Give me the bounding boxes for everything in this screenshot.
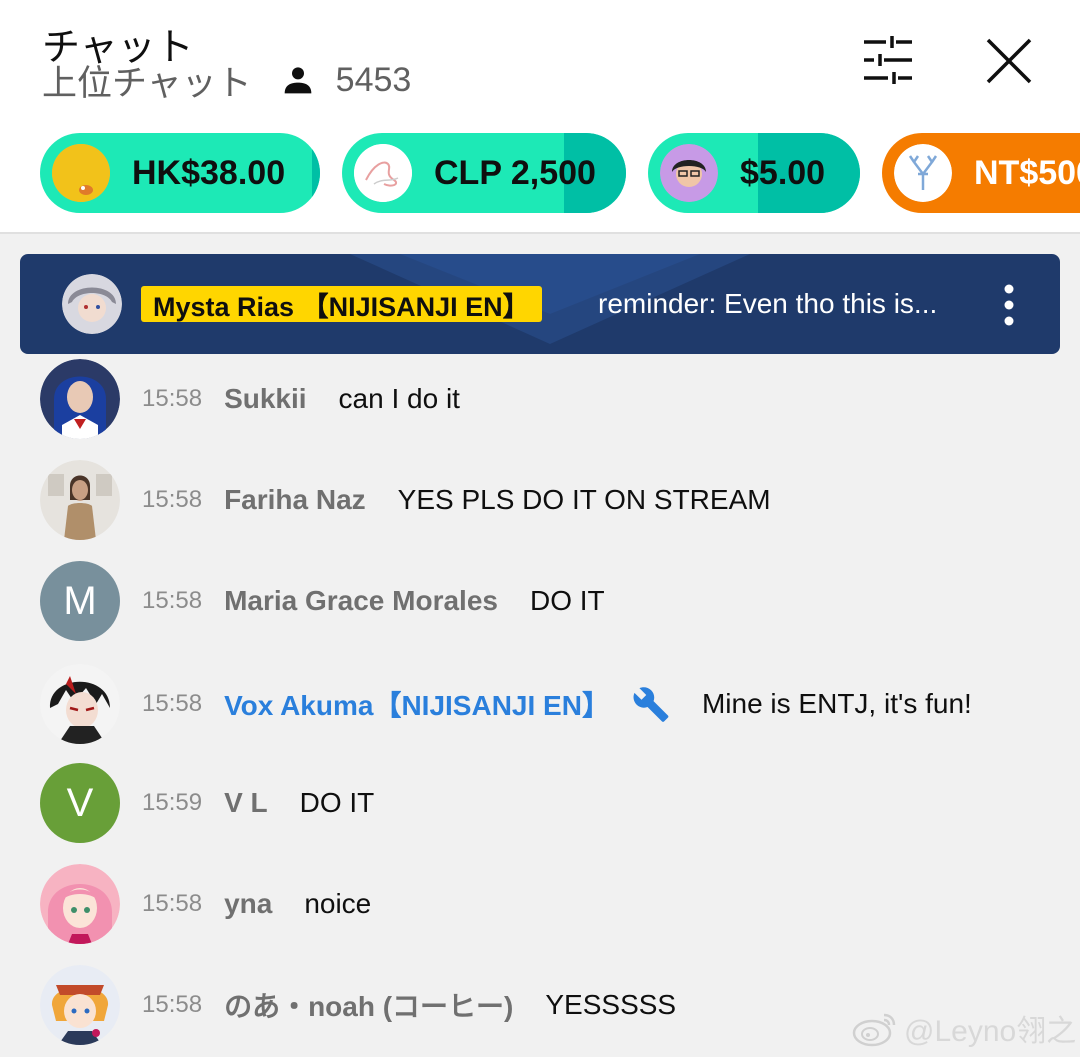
watermark: @Leyno翎之 [852, 1008, 1076, 1048]
chat-message[interactable]: 15:58 Sukkii can I do it [0, 356, 1080, 442]
chat-message[interactable]: M 15:58 Maria Grace Morales DO IT [0, 558, 1080, 644]
message-author[interactable]: Maria Grace Morales [224, 585, 498, 617]
message-author[interactable]: Fariha Naz [224, 484, 366, 516]
avatar [354, 144, 412, 202]
superchat-chip[interactable]: CLP 2,500 [342, 133, 626, 213]
superchat-amount: $5.00 [740, 153, 826, 192]
message-text: can I do it [338, 383, 460, 414]
avatar [62, 274, 122, 334]
avatar [894, 144, 952, 202]
wrench-icon [633, 687, 669, 722]
moderator-author[interactable]: Vox Akuma【NIJISANJI EN】 [224, 684, 610, 724]
message-line: 15:58 Vox Akuma【NIJISANJI EN】 Mine is EN… [142, 684, 972, 724]
person-icon [284, 67, 311, 94]
message-author[interactable]: のあ・noah (コーヒー) [224, 985, 513, 1025]
message-line: 15:59 V L DO IT [142, 786, 374, 820]
message-timestamp: 15:58 [142, 486, 203, 513]
chip-progress-fill [312, 133, 320, 213]
message-timestamp: 15:58 [142, 587, 203, 614]
chat-message[interactable]: 15:58 yna noice [0, 861, 1080, 947]
avatar [40, 864, 120, 944]
superchat-amount: HK$38.00 [132, 153, 286, 192]
message-timestamp: 15:58 [142, 385, 203, 412]
chat-message[interactable]: 15:58 Fariha Naz YES PLS DO IT ON STREAM [0, 457, 1080, 543]
weibo-icon [852, 1013, 896, 1047]
message-text: DO IT [299, 787, 375, 818]
message-line: 15:58 yna noice [142, 887, 371, 921]
close-icon[interactable] [982, 34, 1036, 88]
message-timestamp: 15:59 [142, 789, 203, 816]
message-timestamp: 15:58 [142, 890, 203, 917]
avatar: V [40, 763, 120, 843]
sliders-icon[interactable] [862, 34, 914, 86]
chat-message[interactable]: 15:58 Vox Akuma【NIJISANJI EN】 Mine is EN… [0, 661, 1080, 747]
owner-author-badge[interactable]: Mysta Rias 【NIJISANJI EN】 [141, 286, 542, 322]
pinned-message-text: reminder: Even tho this is... [598, 288, 938, 319]
message-text: DO IT [529, 585, 605, 616]
chat-mode-row[interactable]: 上位チャット 5453 [42, 58, 412, 104]
message-text: YESSSSS [545, 989, 677, 1020]
superchat-ticker: HK$38.00 CLP 2,500 $5.00 NT$500 [40, 133, 1080, 213]
avatar [40, 460, 120, 540]
message-author[interactable]: yna [224, 888, 272, 920]
superchat-chip[interactable]: HK$38.00 [40, 133, 320, 213]
superchat-chip[interactable]: NT$500 [882, 133, 1080, 213]
more-vert-icon[interactable] [998, 282, 1020, 328]
message-timestamp: 15:58 [142, 690, 203, 717]
message-line: 15:58 Maria Grace Morales DO IT [142, 584, 605, 618]
viewer-count: 5453 [335, 60, 412, 99]
avatar [40, 664, 120, 744]
superchat-chip[interactable]: $5.00 [648, 133, 860, 213]
chat-message[interactable]: V 15:59 V L DO IT [0, 760, 1080, 846]
message-author[interactable]: Sukkii [224, 383, 306, 415]
message-text: Mine is ENTJ, it's fun! [701, 688, 972, 719]
message-text: YES PLS DO IT ON STREAM [397, 484, 771, 515]
message-line: 15:58 Fariha Naz YES PLS DO IT ON STREAM [142, 483, 771, 517]
avatar: M [40, 561, 120, 641]
message-line: 15:58 Sukkii can I do it [142, 382, 460, 416]
message-author[interactable]: V L [224, 787, 268, 819]
superchat-amount: NT$500 [974, 153, 1080, 192]
chat-mode-label[interactable]: 上位チャット [42, 55, 252, 106]
message-text: noice [304, 888, 372, 919]
superchat-amount: CLP 2,500 [434, 153, 596, 192]
avatar [660, 144, 718, 202]
message-timestamp: 15:58 [142, 991, 203, 1018]
pinned-message[interactable]: Mysta Rias 【NIJISANJI EN】 reminder: Even… [20, 254, 1060, 354]
message-line: 15:58 のあ・noah (コーヒー) YESSSSS [142, 988, 676, 1022]
avatar [40, 965, 120, 1045]
avatar [52, 144, 110, 202]
chat-header: チャット 上位チャット 5453 HK$38.00 CLP 2,500 $5.0… [0, 0, 1080, 234]
avatar [40, 359, 120, 439]
watermark-text: @Leyno翎之 [904, 1015, 1077, 1048]
